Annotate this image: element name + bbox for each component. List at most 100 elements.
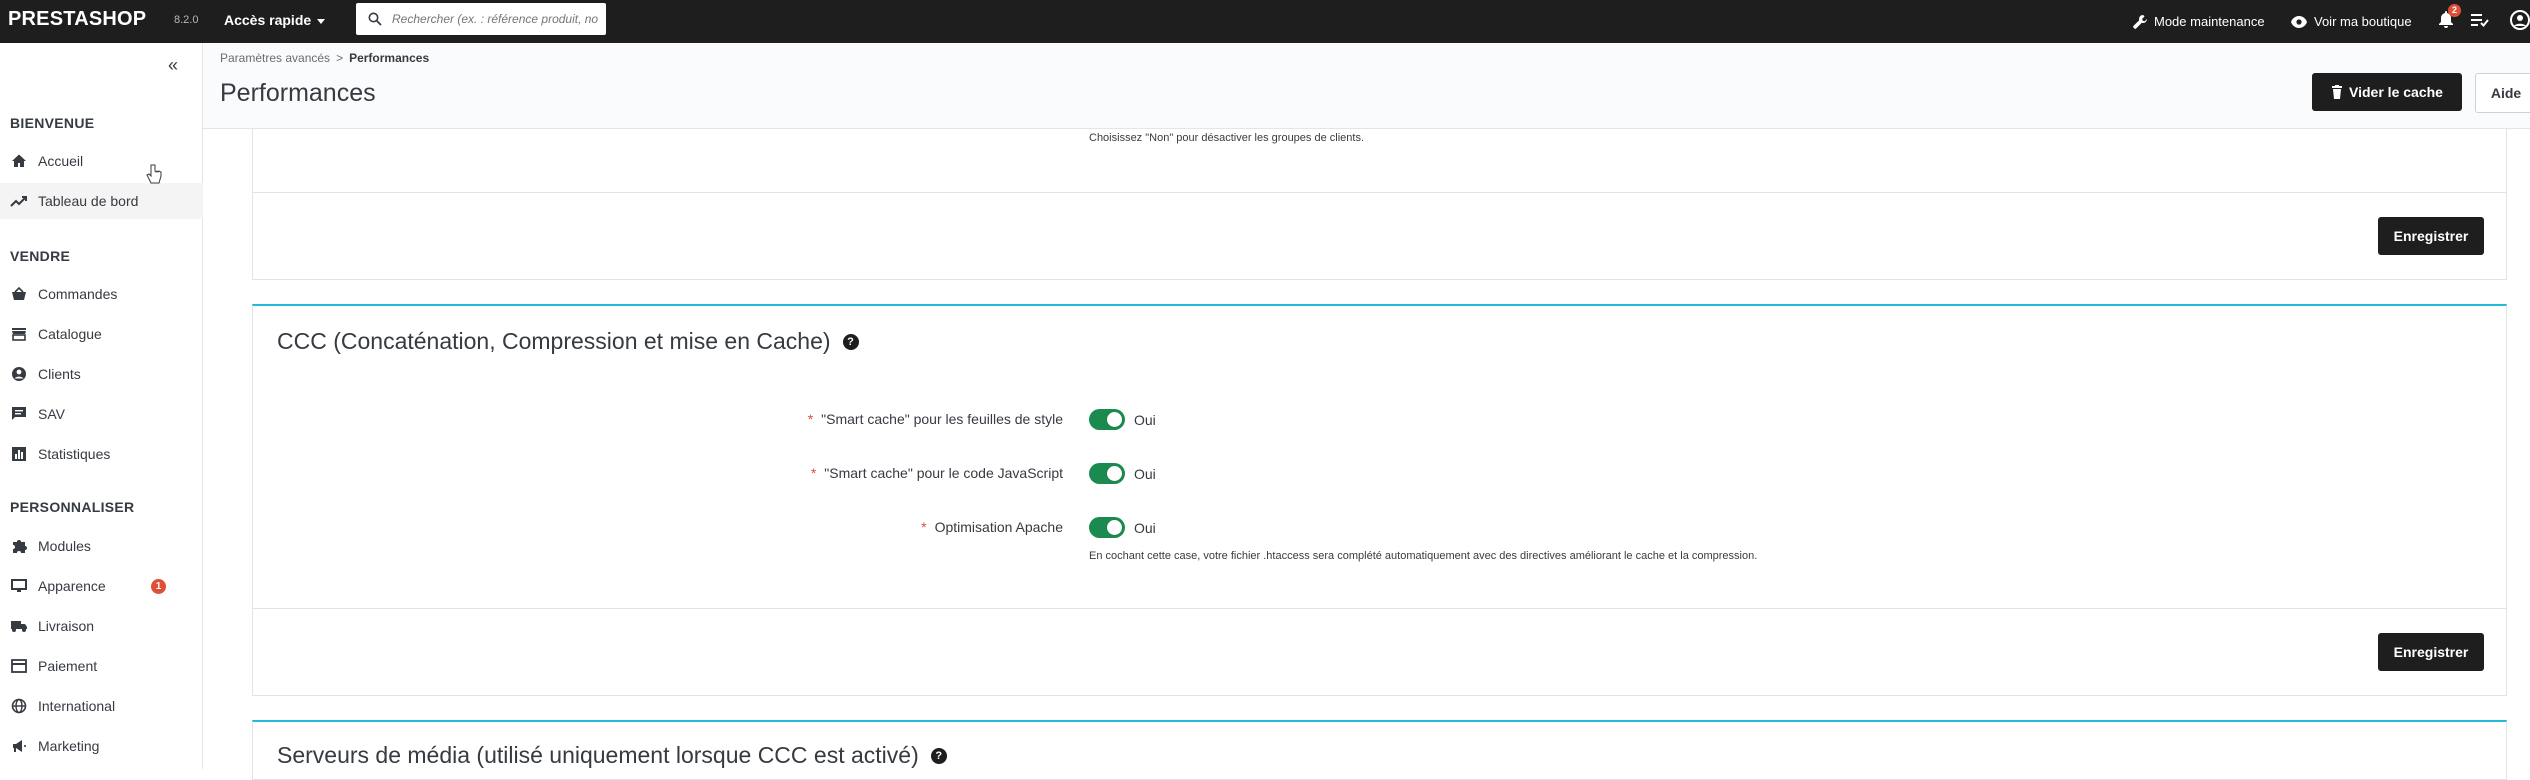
sidebar-item-commandes[interactable]: Commandes	[0, 276, 203, 312]
maintenance-label: Mode maintenance	[2154, 14, 2265, 29]
breadcrumb-current: Performances	[349, 51, 430, 65]
clear-cache-button[interactable]: Vider le cache	[2312, 73, 2462, 111]
user-menu-button[interactable]	[2510, 10, 2530, 35]
section-bienvenue: BIENVENUE	[10, 115, 95, 131]
required-marker: *	[921, 519, 927, 535]
wrench-icon	[2133, 14, 2147, 29]
search-input[interactable]	[390, 11, 604, 27]
breadcrumb: Paramètres avancés > Performances	[220, 51, 429, 65]
playlist-check-icon	[2471, 14, 2489, 27]
media-servers-panel: Serveurs de média (utilisé uniquement lo…	[252, 720, 2507, 780]
sidebar-item-label: Clients	[38, 366, 81, 382]
view-shop-link[interactable]: Voir ma boutique	[2290, 0, 2412, 43]
customer-groups-panel: Choisissez "Non" pour désactiver les gro…	[252, 129, 2507, 193]
notifications-button[interactable]: 2	[2438, 4, 2461, 33]
caret-down-icon	[317, 18, 326, 24]
smart-cache-js-toggle[interactable]	[1089, 463, 1125, 484]
toggle-knob	[1107, 466, 1122, 481]
sidebar: « BIENVENUE Accueil Tableau de bord VEND…	[0, 43, 203, 769]
sidebar-item-sav[interactable]: SAV	[0, 396, 203, 432]
orders-list-button[interactable]	[2470, 12, 2490, 33]
sidebar-item-label: Modules	[38, 538, 91, 554]
toggle-knob	[1107, 520, 1122, 535]
sidebar-item-label: SAV	[38, 406, 65, 422]
sidebar-item-label: Tableau de bord	[38, 193, 139, 209]
search-icon	[368, 12, 382, 31]
apache-hint: En cochant cette case, votre fichier .ht…	[1089, 550, 1758, 562]
sidebar-item-label: Livraison	[38, 618, 95, 634]
sidebar-item-label: Statistiques	[38, 446, 111, 462]
maintenance-link[interactable]: Mode maintenance	[2132, 0, 2265, 43]
ccc-panel-footer: Enregistrer	[252, 608, 2507, 696]
apache-optimization-toggle[interactable]	[1089, 517, 1125, 538]
truck-icon	[10, 617, 28, 635]
sidebar-item-modules[interactable]: Modules	[0, 528, 203, 564]
save-button[interactable]: Enregistrer	[2378, 217, 2484, 255]
smart-cache-css-label: * "Smart cache" pour les feuilles de styl…	[583, 411, 1063, 427]
sidebar-item-marketing[interactable]: Marketing	[0, 728, 203, 764]
sidebar-item-label: Accueil	[38, 153, 84, 169]
sidebar-item-accueil[interactable]: Accueil	[0, 143, 203, 179]
section-vendre: VENDRE	[10, 248, 71, 264]
sidebar-item-clients[interactable]: Clients	[0, 356, 203, 392]
version-label: 8.2.0	[174, 14, 199, 26]
required-marker: *	[810, 465, 817, 481]
sidebar-item-label: Catalogue	[38, 326, 102, 342]
help-button[interactable]: Aide	[2475, 73, 2530, 113]
section-personnaliser: PERSONNALISER	[10, 499, 135, 515]
quick-access-dropdown[interactable]: Accès rapide	[224, 12, 326, 28]
smart-cache-js-text: "Smart cache" pour le code JavaScript	[824, 465, 1063, 481]
panel-footer: Enregistrer	[252, 192, 2507, 280]
help-icon[interactable]: ?	[930, 747, 947, 764]
apache-optimization-text: Optimisation Apache	[934, 519, 1063, 535]
eye-icon	[2291, 15, 2307, 28]
apache-optimization-value: Oui	[1134, 520, 1156, 536]
smart-cache-css-toggle[interactable]	[1089, 409, 1125, 430]
sidebar-item-livraison[interactable]: Livraison	[0, 608, 203, 644]
campaign-icon	[10, 737, 28, 755]
ccc-save-button[interactable]: Enregistrer	[2378, 633, 2484, 671]
help-icon[interactable]: ?	[842, 333, 859, 350]
page-title: Performances	[220, 79, 376, 107]
media-panel-title: Serveurs de média (utilisé uniquement lo…	[277, 742, 947, 769]
sidebar-item-label: Marketing	[38, 738, 100, 754]
search-box[interactable]	[356, 3, 606, 35]
sidebar-item-international[interactable]: International	[0, 688, 203, 724]
collapse-sidebar-button[interactable]: «	[168, 55, 178, 76]
ccc-title-text: CCC (Concaténation, Compression et mise …	[277, 328, 831, 354]
notification-count-badge: 2	[2448, 4, 2461, 17]
ccc-panel-title: CCC (Concaténation, Compression et mise …	[277, 328, 859, 355]
mouse-cursor-icon	[146, 164, 162, 191]
globe-icon	[10, 697, 28, 715]
sidebar-item-paiement[interactable]: Paiement	[0, 648, 203, 684]
apparence-badge: 1	[151, 579, 166, 594]
top-bar: PRESTASHOP 8.2.0 Accès rapide Mode maint…	[0, 0, 2530, 43]
chat-icon	[10, 405, 28, 423]
sidebar-item-tableau-de-bord[interactable]: Tableau de bord	[0, 183, 203, 219]
trash-icon	[2332, 85, 2343, 99]
smart-cache-js-label: * "Smart cache" pour le code JavaScript	[583, 465, 1063, 481]
trending-up-icon	[10, 192, 28, 210]
smart-cache-js-value: Oui	[1134, 466, 1156, 482]
ccc-panel: CCC (Concaténation, Compression et mise …	[252, 304, 2507, 609]
sidebar-item-catalogue[interactable]: Catalogue	[0, 316, 203, 352]
page-header: Paramètres avancés > Performances Performa…	[203, 43, 2530, 129]
prestashop-logo[interactable]: PRESTASHOP	[8, 8, 146, 31]
sidebar-item-apparence[interactable]: Apparence 1	[0, 568, 203, 604]
smart-cache-css-value: Oui	[1134, 412, 1156, 428]
bar-chart-icon	[10, 445, 28, 463]
main-content: Choisissez "Non" pour désactiver les gro…	[203, 129, 2530, 780]
sidebar-item-label: Commandes	[38, 286, 118, 302]
toggle-knob	[1107, 412, 1122, 427]
breadcrumb-parent[interactable]: Paramètres avancés	[220, 51, 330, 65]
sidebar-item-label: Apparence	[38, 578, 106, 594]
quick-access-label: Accès rapide	[224, 12, 312, 28]
required-marker: *	[807, 411, 814, 427]
apache-optimization-label: * Optimisation Apache	[583, 519, 1063, 535]
sidebar-item-statistiques[interactable]: Statistiques	[0, 436, 203, 472]
desktop-icon	[10, 577, 28, 595]
sidebar-item-label: Paiement	[38, 658, 98, 674]
media-title-text: Serveurs de média (utilisé uniquement lo…	[277, 742, 919, 768]
customer-groups-hint: Choisissez "Non" pour désactiver les gro…	[1089, 132, 1364, 144]
account-icon	[2510, 10, 2530, 30]
